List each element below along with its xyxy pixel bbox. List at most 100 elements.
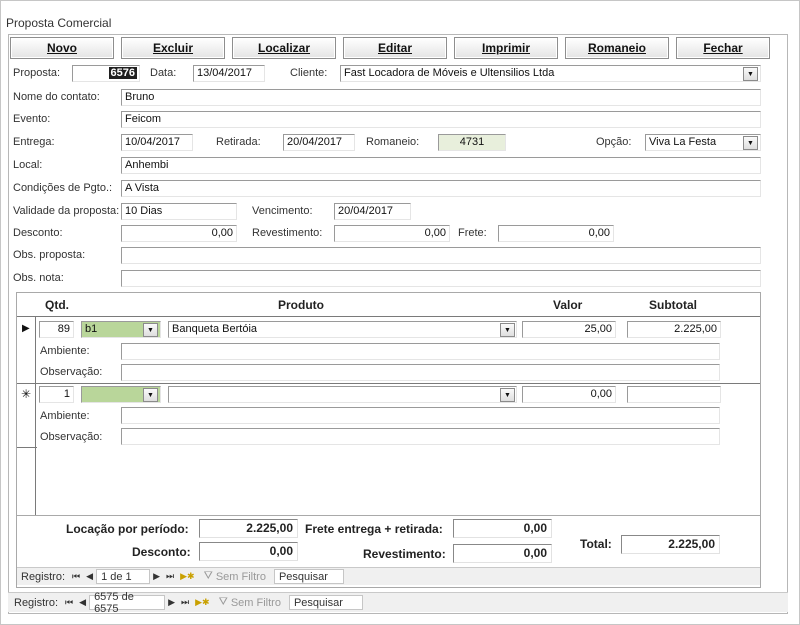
main-filter-icon: ⛛ bbox=[218, 596, 228, 608]
new-item-qtd-field[interactable]: 1 bbox=[39, 386, 74, 403]
subform-registro-label: Registro: bbox=[21, 570, 66, 583]
main-prev-record-icon[interactable]: ◀ bbox=[76, 597, 89, 608]
new-item-subtotal-field[interactable] bbox=[627, 386, 721, 403]
evento-field[interactable]: Feicom bbox=[121, 111, 761, 128]
new-item-produto-combo[interactable] bbox=[168, 386, 517, 403]
last-record-icon[interactable]: ⏭ bbox=[163, 571, 177, 582]
filter-icon: ⛛ bbox=[203, 570, 213, 582]
main-last-record-icon[interactable]: ⏭ bbox=[178, 597, 192, 608]
obs-proposta-label: Obs. proposta: bbox=[13, 249, 86, 261]
prev-record-icon[interactable]: ◀ bbox=[83, 571, 96, 582]
proposta-value: 6576 bbox=[108, 67, 137, 79]
retirada-field[interactable]: 20/04/2017 bbox=[283, 134, 355, 151]
subform-nav-bar: Registro: ⏮ ◀ 1 de 1 ▶ ⏭ ▶✱ ⛛ Sem Filtro… bbox=[17, 567, 760, 585]
subtotal-header: Subtotal bbox=[649, 298, 697, 312]
new-codigo-dropdown-icon[interactable]: ▼ bbox=[143, 388, 158, 402]
desconto-total-field[interactable]: 0,00 bbox=[199, 542, 298, 561]
desconto-label: Desconto: bbox=[13, 227, 63, 239]
subform-filter-indicator[interactable]: ⛛ Sem Filtro bbox=[204, 570, 266, 583]
item-valor-field[interactable]: 25,00 bbox=[522, 321, 616, 338]
romaneio-button[interactable]: Romaneio bbox=[565, 37, 669, 59]
current-record-icon[interactable]: ▶ bbox=[22, 323, 30, 334]
condicoes-label: Condições de Pgto.: bbox=[13, 182, 113, 194]
new-produto-dropdown-icon[interactable]: ▼ bbox=[500, 388, 515, 402]
obs-nota-label: Obs. nota: bbox=[13, 272, 64, 284]
item-subtotal-field[interactable]: 2.225,00 bbox=[627, 321, 721, 338]
main-new-record-nav-icon[interactable]: ▶✱ bbox=[192, 597, 212, 608]
frete-field[interactable]: 0,00 bbox=[498, 225, 614, 242]
revestimento-total-field[interactable]: 0,00 bbox=[453, 544, 552, 563]
data-label: Data: bbox=[150, 67, 177, 79]
valor-header: Valor bbox=[553, 298, 583, 312]
item-produto-combo[interactable]: Banqueta Bertóia bbox=[168, 321, 517, 338]
vencimento-label: Vencimento: bbox=[252, 205, 313, 217]
total-field[interactable]: 2.225,00 bbox=[621, 535, 720, 554]
validade-label: Validade da proposta: bbox=[13, 205, 120, 217]
validade-field[interactable]: 10 Dias bbox=[121, 203, 237, 220]
new-item-valor-field[interactable]: 0,00 bbox=[522, 386, 616, 403]
codigo-dropdown-icon[interactable]: ▼ bbox=[143, 323, 158, 337]
proposta-field[interactable]: 6576 bbox=[72, 65, 140, 82]
frete-total-field[interactable]: 0,00 bbox=[453, 519, 552, 538]
localizar-button[interactable]: Localizar bbox=[232, 37, 336, 59]
desconto-field[interactable]: 0,00 bbox=[121, 225, 237, 242]
vencimento-field[interactable]: 20/04/2017 bbox=[334, 203, 411, 220]
new-item-ambiente-field[interactable] bbox=[121, 407, 720, 424]
footer-divider bbox=[17, 515, 760, 516]
novo-button[interactable]: Novo bbox=[10, 37, 114, 59]
contato-field[interactable]: Bruno bbox=[121, 89, 761, 106]
fechar-button[interactable]: Fechar bbox=[676, 37, 770, 59]
revestimento-total-label: Revestimento: bbox=[363, 547, 446, 561]
opcao-label: Opção: bbox=[596, 136, 632, 148]
condicoes-field[interactable]: A Vista bbox=[121, 180, 761, 197]
new-row-divider bbox=[17, 447, 37, 448]
obs-nota-field[interactable] bbox=[121, 270, 761, 287]
frete-total-label: Frete entrega + retirada: bbox=[305, 522, 443, 536]
new-observacao-label: Observação: bbox=[40, 431, 103, 443]
subform-search-input[interactable]: Pesquisar bbox=[273, 569, 344, 584]
main-filter-indicator[interactable]: ⛛ Sem Filtro bbox=[219, 596, 281, 609]
new-item-observacao-field[interactable] bbox=[121, 428, 720, 445]
cliente-combo[interactable]: Fast Locadora de Móveis e Ultensilios Lt… bbox=[340, 65, 761, 82]
cliente-dropdown-icon[interactable]: ▼ bbox=[743, 67, 758, 81]
cliente-label: Cliente: bbox=[290, 67, 328, 79]
locacao-total-field[interactable]: 2.225,00 bbox=[199, 519, 298, 538]
main-position-field[interactable]: 6575 de 6575 bbox=[89, 591, 166, 615]
entrega-label: Entrega: bbox=[13, 136, 55, 148]
editar-button[interactable]: Editar bbox=[343, 37, 447, 59]
obs-proposta-field[interactable] bbox=[121, 247, 761, 264]
subform-filter-label: Sem Filtro bbox=[215, 570, 266, 583]
revestimento-label: Revestimento: bbox=[252, 227, 323, 239]
data-field[interactable]: 13/04/2017 bbox=[193, 65, 265, 82]
produto-dropdown-icon[interactable]: ▼ bbox=[500, 323, 515, 337]
desconto-total-label: Desconto: bbox=[132, 545, 191, 559]
romaneio-label: Romaneio: bbox=[366, 136, 420, 148]
item-qtd-field[interactable]: 89 bbox=[39, 321, 74, 338]
item-ambiente-field[interactable] bbox=[121, 343, 720, 360]
romaneio-field[interactable]: 4731 bbox=[438, 134, 506, 151]
proposta-label: Proposta: bbox=[13, 67, 61, 79]
revestimento-field[interactable]: 0,00 bbox=[334, 225, 450, 242]
ambiente-label: Ambiente: bbox=[40, 345, 90, 357]
new-record-nav-icon[interactable]: ▶✱ bbox=[177, 571, 197, 582]
excluir-button[interactable]: Excluir bbox=[121, 37, 225, 59]
subform-position-field[interactable]: 1 de 1 bbox=[96, 569, 151, 584]
entrega-field[interactable]: 10/04/2017 bbox=[121, 134, 193, 151]
observacao-label: Observação: bbox=[40, 366, 103, 378]
main-next-record-icon[interactable]: ▶ bbox=[165, 597, 178, 608]
new-record-icon[interactable]: ✳ bbox=[21, 387, 31, 401]
main-nav-bar: Registro: ⏮ ◀ 6575 de 6575 ▶ ⏭ ▶✱ ⛛ Sem … bbox=[8, 591, 788, 615]
next-record-icon[interactable]: ▶ bbox=[150, 571, 163, 582]
item-observacao-field[interactable] bbox=[121, 364, 720, 381]
record-selector-divider bbox=[35, 317, 36, 515]
frete-label: Frete: bbox=[458, 227, 487, 239]
imprimir-button[interactable]: Imprimir bbox=[454, 37, 558, 59]
main-search-input[interactable]: Pesquisar bbox=[288, 595, 363, 610]
local-field[interactable]: Anhembi bbox=[121, 157, 761, 174]
header-divider bbox=[17, 316, 760, 317]
main-first-record-icon[interactable]: ⏮ bbox=[62, 597, 76, 608]
opcao-dropdown-icon[interactable]: ▼ bbox=[743, 136, 758, 150]
window-title: Proposta Comercial bbox=[6, 16, 112, 30]
local-label: Local: bbox=[13, 159, 43, 171]
first-record-icon[interactable]: ⏮ bbox=[69, 571, 83, 582]
